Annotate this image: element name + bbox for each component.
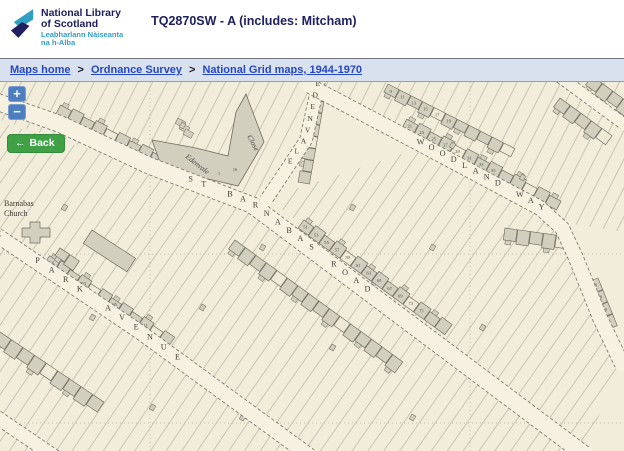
- svg-text:25: 25: [431, 136, 436, 141]
- svg-text:A: A: [353, 276, 359, 285]
- svg-text:V: V: [305, 126, 311, 135]
- breadcrumb-link-maps-home[interactable]: Maps home: [10, 64, 71, 76]
- svg-text:Y: Y: [539, 202, 545, 211]
- logo-gaelic-line2: na h-Alba: [41, 39, 123, 48]
- svg-text:13: 13: [412, 101, 417, 106]
- svg-text:59: 59: [345, 255, 350, 260]
- svg-text:T: T: [201, 180, 206, 189]
- nls-logo-icon: [10, 8, 36, 40]
- svg-text:E: E: [316, 82, 321, 88]
- svg-text:E: E: [310, 102, 315, 111]
- svg-text:61: 61: [356, 263, 361, 268]
- page-title: TQ2870SW - A (includes: Mitcham): [151, 14, 356, 28]
- svg-text:W: W: [516, 190, 524, 199]
- breadcrumb-separator: >: [78, 64, 84, 76]
- svg-text:V: V: [119, 313, 125, 322]
- svg-text:O: O: [429, 143, 435, 152]
- nls-logo[interactable]: National Library of Scotland Leabharlann…: [10, 8, 123, 48]
- svg-text:S: S: [188, 175, 193, 184]
- svg-text:R: R: [253, 201, 259, 210]
- zoom-out-button[interactable]: −: [8, 104, 26, 120]
- svg-text:33: 33: [479, 162, 484, 167]
- svg-text:E: E: [134, 322, 139, 331]
- svg-text:21: 21: [407, 124, 412, 129]
- svg-text:A: A: [49, 265, 55, 274]
- svg-text:W: W: [417, 137, 425, 146]
- back-label: Back: [30, 137, 55, 149]
- svg-text:55: 55: [324, 240, 329, 245]
- map-viewport: 9111315171921232527293133355153555759616…: [0, 82, 624, 451]
- svg-text:O: O: [342, 268, 348, 277]
- svg-text:16: 16: [233, 167, 238, 172]
- svg-text:D: D: [365, 285, 371, 294]
- back-button[interactable]: ← Back: [7, 134, 65, 153]
- svg-text:N: N: [307, 114, 313, 123]
- svg-text:N: N: [147, 332, 153, 341]
- svg-text:R: R: [63, 275, 69, 284]
- svg-text:23: 23: [419, 130, 424, 135]
- logo-name-line2: of Scotland: [41, 19, 123, 30]
- svg-text:15: 15: [423, 107, 428, 112]
- header: National Library of Scotland Leabharlann…: [0, 0, 624, 58]
- svg-text:75: 75: [419, 309, 424, 314]
- svg-text:65: 65: [377, 278, 382, 283]
- svg-text:31: 31: [467, 155, 472, 160]
- svg-text:69: 69: [398, 293, 403, 298]
- back-arrow-icon: ←: [15, 137, 26, 149]
- breadcrumb-link-ordnance-survey[interactable]: Ordnance Survey: [91, 64, 182, 76]
- svg-text:N: N: [484, 173, 490, 182]
- svg-text:S: S: [309, 243, 314, 252]
- svg-text:N: N: [264, 209, 270, 218]
- zoom-controls: + −: [8, 86, 26, 120]
- svg-text:53: 53: [314, 232, 319, 237]
- svg-text:63: 63: [366, 271, 371, 276]
- svg-text:11: 11: [400, 95, 405, 100]
- svg-text:D: D: [451, 155, 457, 164]
- breadcrumb-link-national-grid-maps[interactable]: National Grid maps, 1944-1970: [202, 64, 362, 76]
- svg-text:A: A: [301, 137, 307, 146]
- svg-text:D: D: [313, 90, 319, 99]
- svg-text:A: A: [240, 195, 246, 204]
- svg-text:A: A: [275, 217, 281, 226]
- svg-text:19: 19: [446, 118, 451, 123]
- svg-text:35: 35: [491, 168, 496, 173]
- svg-text:U: U: [161, 342, 167, 351]
- map-canvas[interactable]: 9111315171921232527293133355153555759616…: [0, 82, 624, 451]
- svg-text:A: A: [473, 167, 479, 176]
- svg-text:B: B: [227, 190, 233, 199]
- zoom-in-button[interactable]: +: [8, 86, 26, 102]
- svg-text:67: 67: [387, 286, 392, 291]
- svg-text:K: K: [77, 284, 83, 293]
- svg-text:E: E: [288, 157, 293, 166]
- svg-text:27: 27: [443, 143, 448, 148]
- svg-text:17: 17: [435, 112, 440, 117]
- svg-text:D: D: [495, 178, 501, 187]
- svg-text:B: B: [286, 226, 292, 235]
- svg-text:51: 51: [303, 225, 308, 230]
- svg-text:L: L: [462, 161, 467, 170]
- svg-text:A: A: [297, 234, 303, 243]
- svg-text:29: 29: [455, 149, 460, 154]
- breadcrumb: Maps home > Ordnance Survey > National G…: [0, 58, 624, 82]
- svg-text:L: L: [295, 147, 300, 156]
- svg-text:E: E: [175, 352, 180, 361]
- nls-logo-text: National Library of Scotland Leabharlann…: [41, 8, 123, 48]
- page: National Library of Scotland Leabharlann…: [0, 0, 624, 451]
- svg-text:A: A: [528, 196, 534, 205]
- svg-text:A: A: [105, 303, 111, 312]
- svg-text:Church: Church: [4, 209, 28, 218]
- svg-text:P: P: [35, 256, 40, 265]
- breadcrumb-separator: >: [189, 64, 195, 76]
- svg-text:R: R: [331, 259, 337, 268]
- svg-text:57: 57: [335, 248, 340, 253]
- svg-text:E: E: [0, 229, 1, 238]
- svg-text:73: 73: [408, 301, 413, 306]
- svg-text:Barnabas: Barnabas: [4, 199, 34, 208]
- svg-text:O: O: [440, 149, 446, 158]
